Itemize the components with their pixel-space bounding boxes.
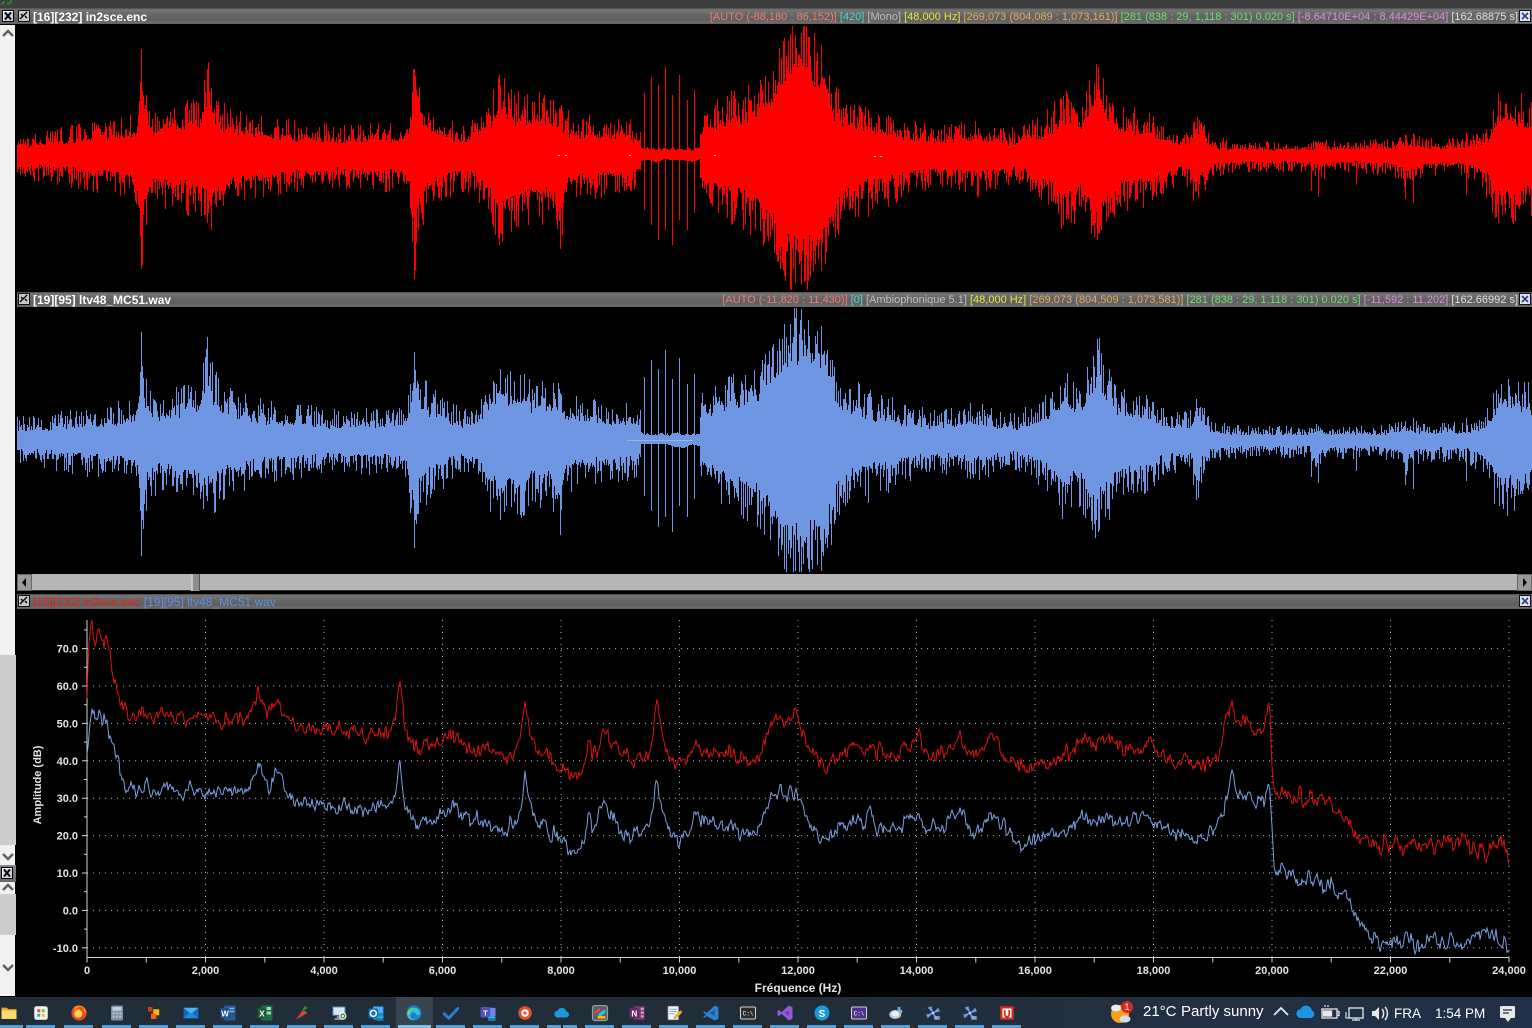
svg-text:20,000: 20,000 <box>1255 965 1289 977</box>
svg-text:10,000: 10,000 <box>663 965 697 977</box>
svg-text:30.0: 30.0 <box>57 793 78 805</box>
svg-text:50.0: 50.0 <box>57 718 78 730</box>
svg-text:Amplitude (dB): Amplitude (dB) <box>32 745 44 824</box>
svg-text:6,000: 6,000 <box>429 965 457 977</box>
svg-text:20.0: 20.0 <box>57 831 78 843</box>
svg-text:S: S <box>819 1009 826 1020</box>
svg-text:8,000: 8,000 <box>547 965 575 977</box>
svg-text:22,000: 22,000 <box>1374 965 1408 977</box>
svg-text:NEW: NEW <box>488 1017 495 1021</box>
svg-text:C:\: C:\ <box>854 1011 865 1018</box>
svg-text:14,000: 14,000 <box>900 965 934 977</box>
svg-text:60.0: 60.0 <box>57 681 78 693</box>
svg-text:Fréquence (Hz): Fréquence (Hz) <box>755 981 842 995</box>
svg-text:2,000: 2,000 <box>192 965 220 977</box>
svg-text:4,000: 4,000 <box>310 965 338 977</box>
svg-text:18,000: 18,000 <box>1137 965 1171 977</box>
svg-text:T: T <box>483 1008 488 1017</box>
svg-text:0: 0 <box>84 965 90 977</box>
svg-text:24,000: 24,000 <box>1492 965 1526 977</box>
svg-text:1:54 PM: 1:54 PM <box>1435 1006 1485 1021</box>
svg-text:NEW: NEW <box>377 1017 384 1021</box>
svg-text:N: N <box>631 1009 637 1018</box>
svg-text:16,000: 16,000 <box>1018 965 1052 977</box>
svg-text:C:\: C:\ <box>743 1011 754 1018</box>
svg-text:X: X <box>259 1009 265 1018</box>
svg-text:40.0: 40.0 <box>57 756 78 768</box>
svg-text:10.0: 10.0 <box>57 868 78 880</box>
svg-text:FRA: FRA <box>1394 1006 1421 1021</box>
svg-text:W: W <box>221 1009 229 1018</box>
svg-text:1: 1 <box>1124 1002 1129 1012</box>
svg-text:-10.0: -10.0 <box>53 943 78 955</box>
svg-text:0.0: 0.0 <box>63 905 78 917</box>
svg-text:12,000: 12,000 <box>781 965 815 977</box>
svg-text:70.0: 70.0 <box>57 644 78 656</box>
